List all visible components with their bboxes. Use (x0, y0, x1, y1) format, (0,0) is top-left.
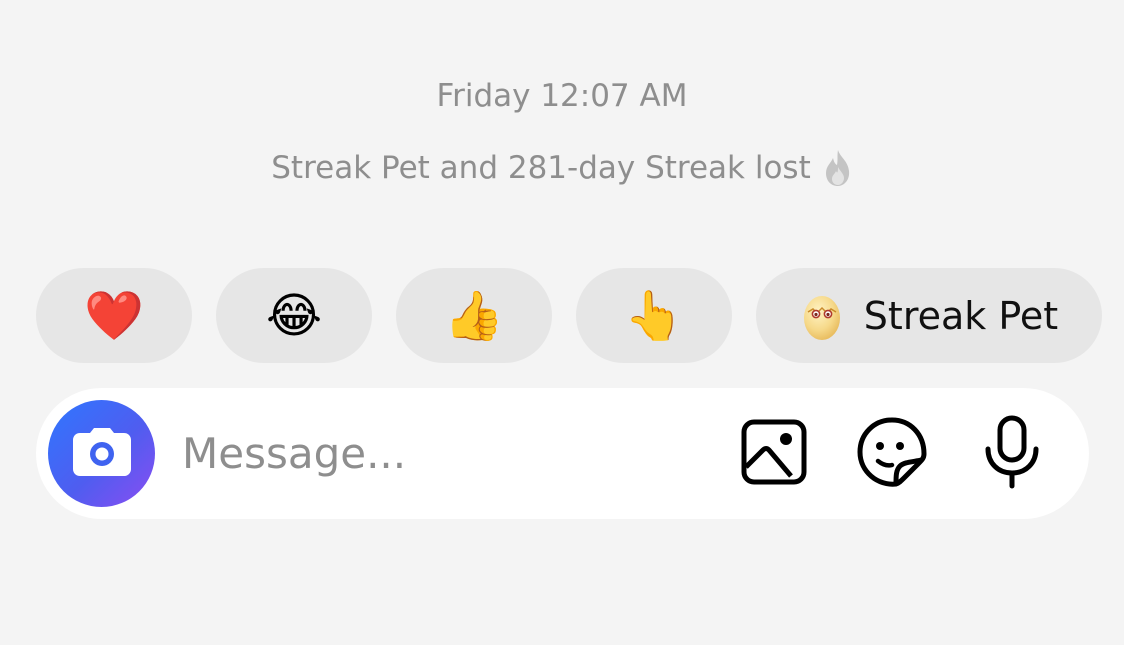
quick-reaction-pointing[interactable]: 👆 (576, 268, 732, 363)
tears-of-joy-icon: 😂 (265, 287, 323, 344)
camera-button[interactable] (48, 400, 155, 507)
streak-pet-label: Streak Pet (863, 293, 1059, 338)
red-heart-icon: ❤️ (84, 287, 144, 344)
fire-icon (823, 149, 853, 187)
sticker-icon (856, 416, 928, 492)
voice-message-button[interactable] (976, 415, 1048, 493)
message-input[interactable] (182, 418, 702, 488)
gallery-button[interactable] (738, 418, 810, 490)
streak-lost-text: Streak Pet and 281-day Streak lost (271, 150, 811, 186)
photo-icon (741, 419, 807, 489)
sticker-button[interactable] (856, 416, 928, 492)
chat-screen: Friday 12:07 AM Streak Pet and 281-day S… (0, 0, 1124, 645)
quick-reaction-heart[interactable]: ❤️ (36, 268, 192, 363)
thumbs-up-icon: 👍 (444, 287, 504, 344)
message-timestamp: Friday 12:07 AM (436, 78, 688, 114)
quick-reaction-row: ❤️ 😂 👍 👆 Streak Pet (36, 268, 1102, 363)
microphone-icon (982, 415, 1042, 493)
streak-pet-button[interactable]: Streak Pet (756, 268, 1102, 363)
camera-icon (72, 427, 132, 481)
streak-pet-egg-icon (800, 290, 844, 342)
message-composer (36, 388, 1089, 519)
pointing-up-icon: 👆 (624, 287, 684, 344)
quick-reaction-laughing[interactable]: 😂 (216, 268, 372, 363)
quick-reaction-thumbs-up[interactable]: 👍 (396, 268, 552, 363)
streak-lost-notice: Streak Pet and 281-day Streak lost (0, 146, 1124, 190)
